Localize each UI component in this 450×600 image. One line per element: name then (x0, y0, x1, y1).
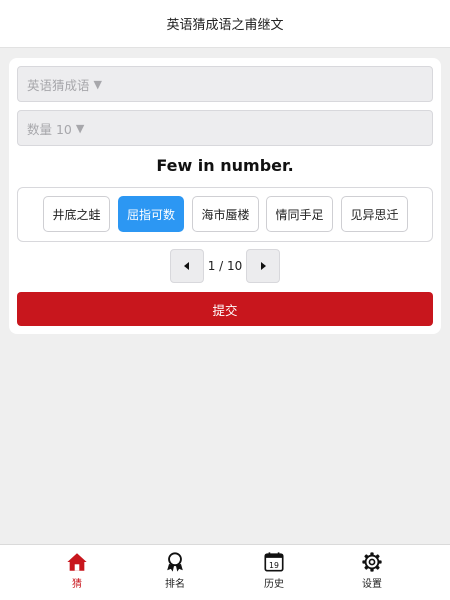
gear-icon (362, 552, 382, 572)
caret-left-icon (184, 262, 189, 270)
options-group: 井底之蛙 屈指可数 海市蜃楼 情同手足 见异思迁 (17, 187, 433, 242)
dropdown-arrow-icon: ▼ (75, 121, 85, 135)
tab-ranking[interactable]: 排名 (135, 545, 215, 600)
next-page-button[interactable] (246, 249, 280, 283)
option-button[interactable]: 情同手足 (266, 196, 333, 232)
calendar-icon: 19 (264, 552, 284, 572)
tab-label: 历史 (264, 579, 284, 590)
app-title: 英语猜成语之甫继文 (166, 18, 284, 33)
home-icon (67, 553, 87, 571)
tab-label: 设置 (362, 579, 382, 590)
pagination: 1 / 10 (9, 249, 441, 283)
count-select[interactable]: 数量 10 ▼ (17, 110, 433, 146)
option-button[interactable]: 见异思迁 (341, 196, 408, 232)
dropdown-arrow-icon: ▼ (93, 77, 102, 91)
page-indicator: 1 / 10 (207, 259, 243, 273)
category-select-value: 英语猜成语 (27, 77, 90, 93)
category-select[interactable]: 英语猜成语 ▼ (17, 66, 433, 102)
option-button[interactable]: 屈指可数 (118, 196, 184, 232)
prev-page-button[interactable] (170, 249, 204, 283)
bottom-tab-bar: 猜 排名 19 历史 设置 (0, 544, 450, 600)
tab-history[interactable]: 19 历史 (234, 545, 314, 600)
svg-text:19: 19 (269, 561, 279, 570)
award-icon (167, 552, 183, 572)
tab-settings[interactable]: 设置 (332, 545, 412, 600)
submit-button[interactable]: 提交 (17, 292, 433, 326)
quiz-card: 英语猜成语 ▼ 数量 10 ▼ Few in number. 井底之蛙 屈指可数… (9, 58, 441, 334)
option-button[interactable]: 海市蜃楼 (192, 196, 259, 232)
tab-label: 排名 (165, 579, 185, 590)
tab-label: 猜 (72, 579, 82, 590)
caret-right-icon (261, 262, 266, 270)
tab-guess[interactable]: 猜 (37, 545, 117, 600)
question-text: Few in number. (156, 156, 294, 175)
app-header: 英语猜成语之甫继文 (0, 0, 450, 48)
count-select-value: 数量 10 (27, 121, 72, 137)
option-button[interactable]: 井底之蛙 (43, 196, 110, 232)
